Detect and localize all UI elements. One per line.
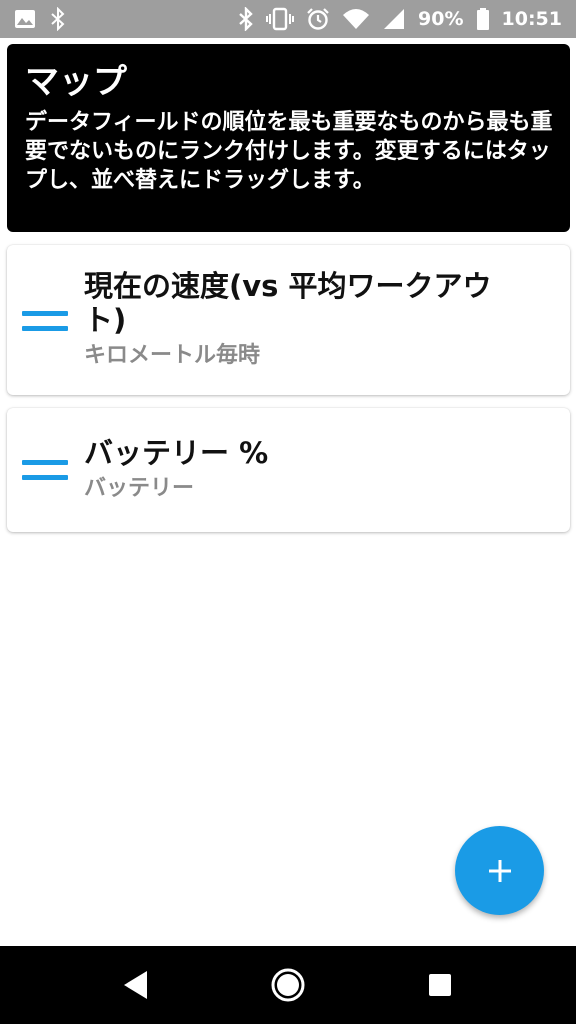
data-field-text: 現在の速度(vs 平均ワークアウト) キロメートル毎時 (84, 269, 530, 371)
recents-icon[interactable] (410, 955, 470, 1015)
instructions-text: データフィールドの順位を最も重要なものから最も重要でないものにランク付けします。… (25, 110, 553, 193)
data-field-subtitle: バッテリー (84, 476, 195, 501)
status-bar-left (14, 7, 66, 31)
bluetooth-icon (50, 7, 66, 31)
instructions-header: マップ データフィールドの順位を最も重要なものから最も重要でないものにランク付け… (7, 44, 570, 232)
status-bar-right: 90% 10:51 (238, 7, 562, 31)
plus-icon (488, 859, 511, 882)
data-field-card[interactable]: 現在の速度(vs 平均ワークアウト) キロメートル毎時 (7, 245, 570, 395)
add-field-button[interactable] (455, 826, 544, 915)
battery-icon (476, 7, 490, 31)
navigation-bar (0, 946, 576, 1024)
clock: 10:51 (501, 8, 562, 30)
vibrate-icon (266, 7, 295, 31)
status-bar: 90% 10:51 (0, 0, 576, 38)
data-field-subtitle: キロメートル毎時 (84, 343, 261, 368)
data-field-card[interactable]: バッテリー % バッテリー (7, 408, 570, 532)
home-icon[interactable] (258, 955, 318, 1015)
image-icon (14, 8, 36, 30)
back-icon[interactable] (106, 955, 166, 1015)
signal-icon (382, 7, 406, 31)
battery-percent: 90% (418, 8, 464, 30)
page-title: マップ (25, 62, 127, 102)
data-field-title: 現在の速度(vs 平均ワークアウト) (84, 269, 492, 337)
drag-handle-icon[interactable] (22, 311, 68, 331)
wifi-icon (342, 7, 370, 31)
data-field-title: バッテリー % (84, 436, 269, 470)
bluetooth-icon (238, 7, 254, 31)
alarm-icon (306, 7, 330, 31)
data-field-text: バッテリー % バッテリー (84, 436, 530, 504)
drag-handle-icon[interactable] (22, 460, 68, 480)
